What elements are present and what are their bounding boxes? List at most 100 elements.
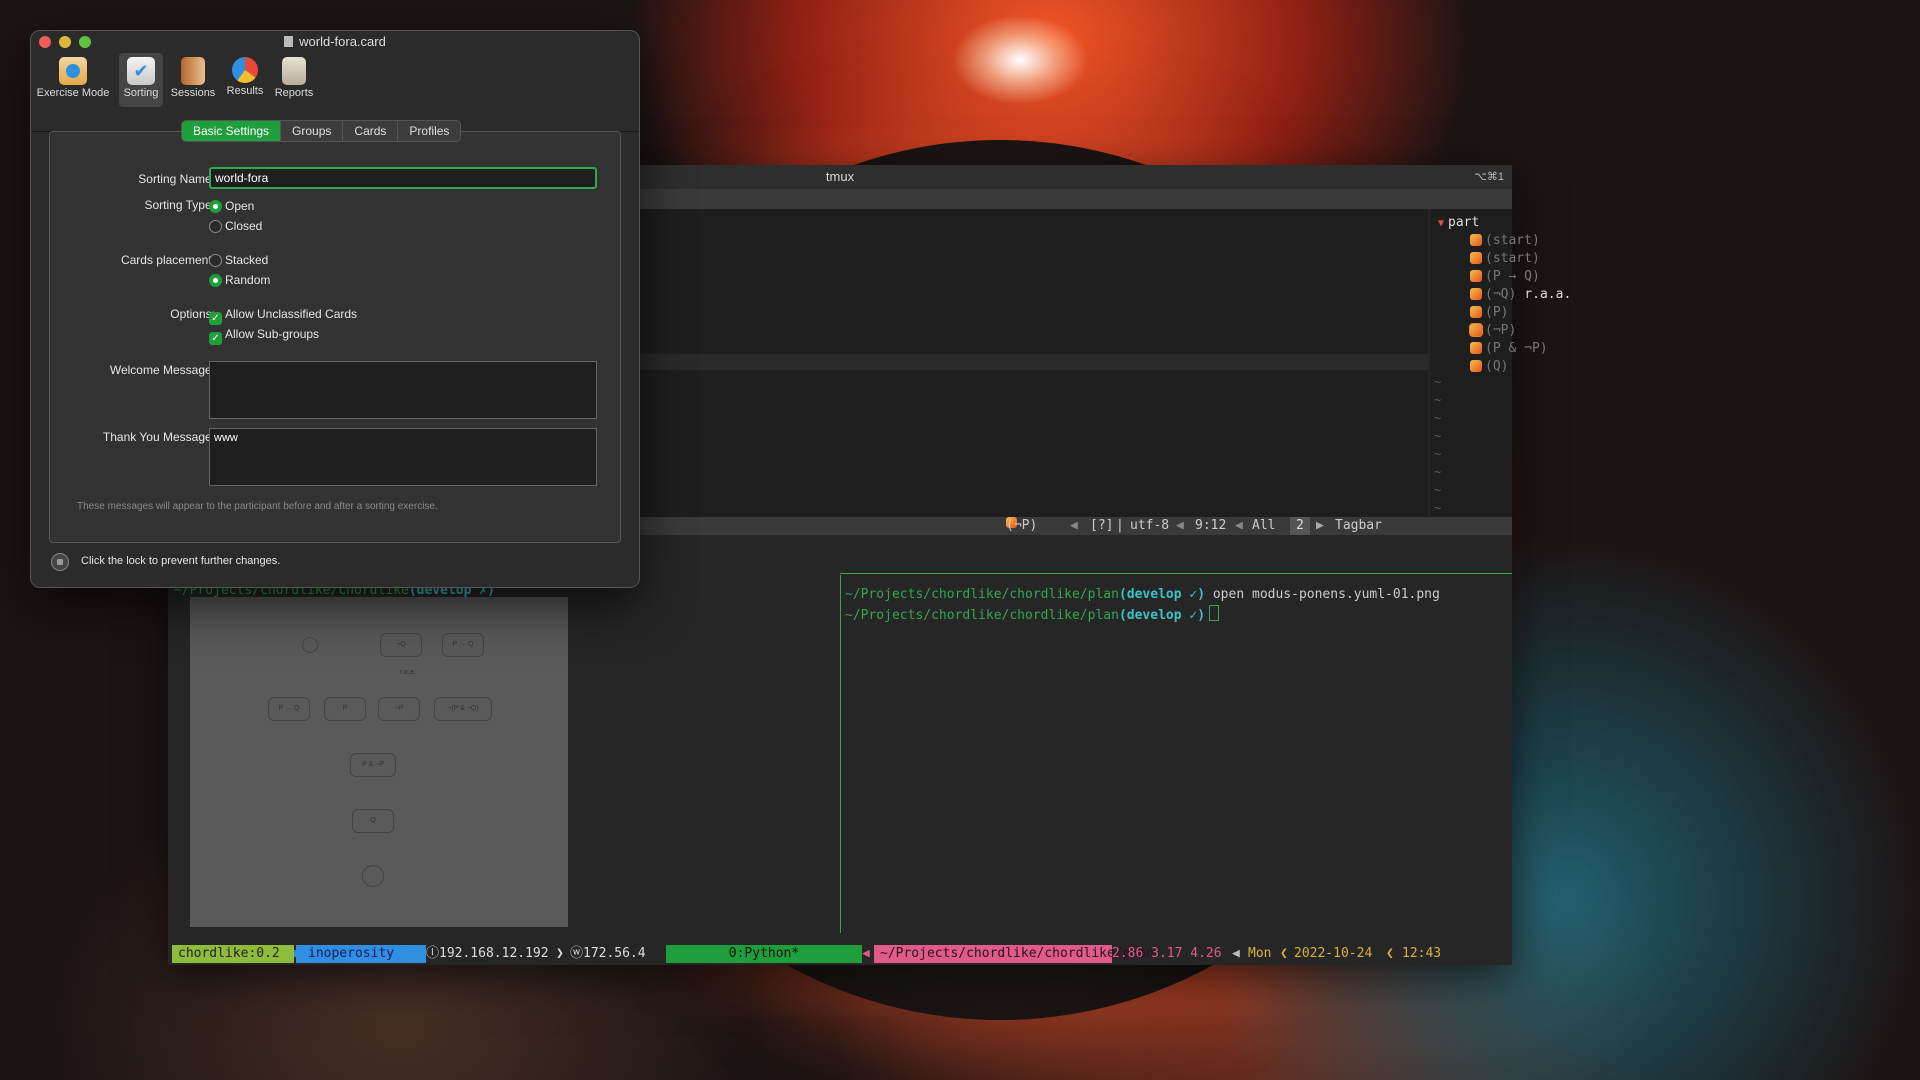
toolbar-sorting[interactable]: ✔ Sorting bbox=[119, 53, 163, 107]
window-titlebar: world-fora.card bbox=[31, 31, 639, 53]
allow-subgroups-checkbox[interactable]: ✓ Allow Sub-groups bbox=[209, 327, 319, 345]
empty-line-marker: ~ bbox=[1434, 375, 1442, 389]
toolbar-reports[interactable]: Reports bbox=[269, 53, 319, 107]
settings-tabs: Basic Settings Groups Cards Profiles bbox=[181, 120, 462, 142]
terminal-line[interactable]: ~/Projects/chordlike/chordlike/plan(deve… bbox=[845, 605, 1220, 623]
tab-groups[interactable]: Groups bbox=[281, 121, 344, 141]
diagram-end-node bbox=[362, 865, 384, 887]
cursor-line bbox=[638, 354, 1428, 370]
lock-icon[interactable] bbox=[51, 553, 69, 571]
diagram-node: P bbox=[324, 697, 366, 721]
powerline-separator-icon: ❮ bbox=[1280, 946, 1288, 961]
tag-icon bbox=[1470, 234, 1482, 246]
tab-cards[interactable]: Cards bbox=[343, 121, 399, 141]
tagbar-item-extra: r.a.a. bbox=[1524, 287, 1572, 302]
status-encoding: utf-8 bbox=[1130, 518, 1170, 533]
tagbar-item[interactable]: (start) bbox=[1470, 233, 1540, 248]
status-window-number: 2 bbox=[1290, 517, 1310, 535]
cards-placement-random-radio[interactable]: Random bbox=[209, 273, 270, 287]
powerline-separator-icon: ◀ bbox=[1176, 518, 1184, 533]
vim-statusline: (¬P) ◀ [?] | utf-8 ◀ 9:12 ◀ All 2 ▶ Tagb… bbox=[638, 517, 1512, 535]
status-window[interactable]: 0:Python* bbox=[666, 945, 862, 963]
diagram-node: P → Q bbox=[268, 697, 310, 721]
toolbar-exercise-mode[interactable]: Exercise Mode bbox=[35, 53, 111, 107]
status-help: [?] bbox=[1090, 518, 1114, 533]
radio-label: Open bbox=[225, 199, 255, 213]
radio-icon bbox=[209, 220, 222, 233]
radio-selected-icon bbox=[209, 200, 222, 213]
toolbar-label: Results bbox=[226, 85, 264, 97]
tab-basic-settings[interactable]: Basic Settings bbox=[182, 121, 282, 141]
welcome-message-textarea[interactable] bbox=[209, 361, 597, 419]
empty-line-marker: ~ bbox=[1434, 393, 1442, 407]
tagbar-item[interactable]: (P & ¬P) bbox=[1470, 341, 1548, 356]
status-time: 12:43 bbox=[1402, 946, 1442, 961]
terminal-line: ~/Projects/chordlike/chordlike/plan(deve… bbox=[845, 587, 1440, 602]
tagbar-root[interactable]: ▼ part bbox=[1438, 215, 1479, 230]
tagbar-item-label: (P → Q) bbox=[1485, 269, 1540, 284]
diagram-node: ¬P bbox=[378, 697, 420, 721]
tagbar-item[interactable]: (P) bbox=[1470, 305, 1508, 320]
toolbar-results[interactable]: Results bbox=[221, 53, 269, 107]
sorting-type-open-radio[interactable]: Open bbox=[209, 199, 254, 213]
prompt-path: ~/Projects/chordlike/chordlike/plan bbox=[845, 587, 1119, 602]
diagram-node: ¬(P & ¬Q) bbox=[434, 697, 492, 721]
tmux-statusbar: chordlike:0.2 ▶ inoperosity ▶ ⓛ192.168.1… bbox=[172, 945, 1512, 963]
exercise-mode-icon bbox=[59, 57, 87, 85]
triangle-down-icon: ▼ bbox=[1438, 218, 1445, 229]
allow-unclassified-checkbox[interactable]: ✓ Allow Unclassified Cards bbox=[209, 307, 357, 325]
tagbar-item-label: (¬P) bbox=[1485, 323, 1517, 338]
status-user: inoperosity bbox=[296, 945, 426, 963]
tagbar-item-label: (P) bbox=[1485, 305, 1509, 320]
document-icon bbox=[284, 36, 294, 47]
reports-icon bbox=[282, 57, 306, 85]
results-icon bbox=[232, 57, 258, 83]
tag-icon bbox=[1470, 270, 1482, 282]
card-settings-window[interactable]: world-fora.card Exercise Mode ✔ Sorting … bbox=[30, 30, 640, 588]
diagram-node: ¬Q bbox=[380, 633, 422, 657]
tag-icon bbox=[1470, 288, 1482, 300]
tagbar-panel[interactable]: ▼ part (start) (start) (P → Q) (¬Q) r.a.a.… bbox=[1430, 209, 1571, 519]
toolbar-label: Exercise Mode bbox=[36, 87, 110, 99]
tagbar-item-selected[interactable]: (¬P) bbox=[1469, 323, 1517, 338]
status-position: 9:12 bbox=[1195, 518, 1227, 533]
welcome-message-label: Welcome Message: bbox=[109, 363, 215, 377]
powerline-separator-icon: ◀ bbox=[1235, 518, 1243, 533]
powerline-separator-icon: ◀ bbox=[1232, 946, 1240, 961]
powerline-arrow-left-icon: ◀ bbox=[862, 946, 870, 961]
tagbar-item-label: (start) bbox=[1485, 233, 1540, 248]
sorting-name-input[interactable] bbox=[209, 167, 597, 189]
status-divider: | bbox=[1116, 518, 1124, 533]
cards-placement-stacked-radio[interactable]: Stacked bbox=[209, 253, 268, 267]
tagbar-item[interactable]: (start) bbox=[1470, 251, 1540, 266]
empty-line-marker: ~ bbox=[1434, 411, 1442, 425]
toolbar-sessions[interactable]: Sessions bbox=[167, 53, 219, 107]
status-plugin: Tagbar bbox=[1335, 518, 1382, 533]
checkmark-icon: ✓ bbox=[209, 332, 222, 345]
sorting-type-closed-radio[interactable]: Closed bbox=[209, 219, 262, 233]
tagbar-item[interactable]: (Q) bbox=[1470, 359, 1508, 374]
vim-editor[interactable] bbox=[638, 209, 1428, 519]
tab-profiles[interactable]: Profiles bbox=[398, 121, 461, 141]
toolbar-label: Sorting bbox=[123, 87, 159, 99]
thankyou-message-textarea[interactable]: www bbox=[209, 428, 597, 486]
tag-icon bbox=[1470, 342, 1482, 354]
tagbar-item[interactable]: (P → Q) bbox=[1470, 269, 1540, 284]
status-load: 2.86 3.17 4.26 bbox=[1112, 946, 1222, 961]
radio-icon bbox=[209, 254, 222, 267]
status-tag-label: (¬P) bbox=[1006, 518, 1038, 533]
cards-placement-label: Cards placement: bbox=[120, 253, 215, 267]
tag-icon bbox=[1469, 323, 1483, 337]
prompt-branch: (develop ✓) bbox=[1118, 587, 1206, 602]
tagbar-item[interactable]: (¬Q) r.a.a. bbox=[1470, 287, 1571, 302]
vim-tabline bbox=[638, 189, 1512, 209]
status-wan-ip: ⓦ172.56.4 bbox=[570, 946, 646, 961]
empty-line-marker: ~ bbox=[1434, 501, 1442, 515]
sorting-icon: ✔ bbox=[127, 57, 155, 85]
empty-line-marker: ~ bbox=[1434, 465, 1442, 479]
diagram-node: Q bbox=[352, 809, 394, 833]
pane-border bbox=[840, 575, 841, 933]
powerline-arrow-right-icon: ▶ bbox=[1316, 518, 1324, 533]
window-title: world-fora.card bbox=[299, 34, 386, 49]
toolbar-label: Reports bbox=[274, 87, 314, 99]
